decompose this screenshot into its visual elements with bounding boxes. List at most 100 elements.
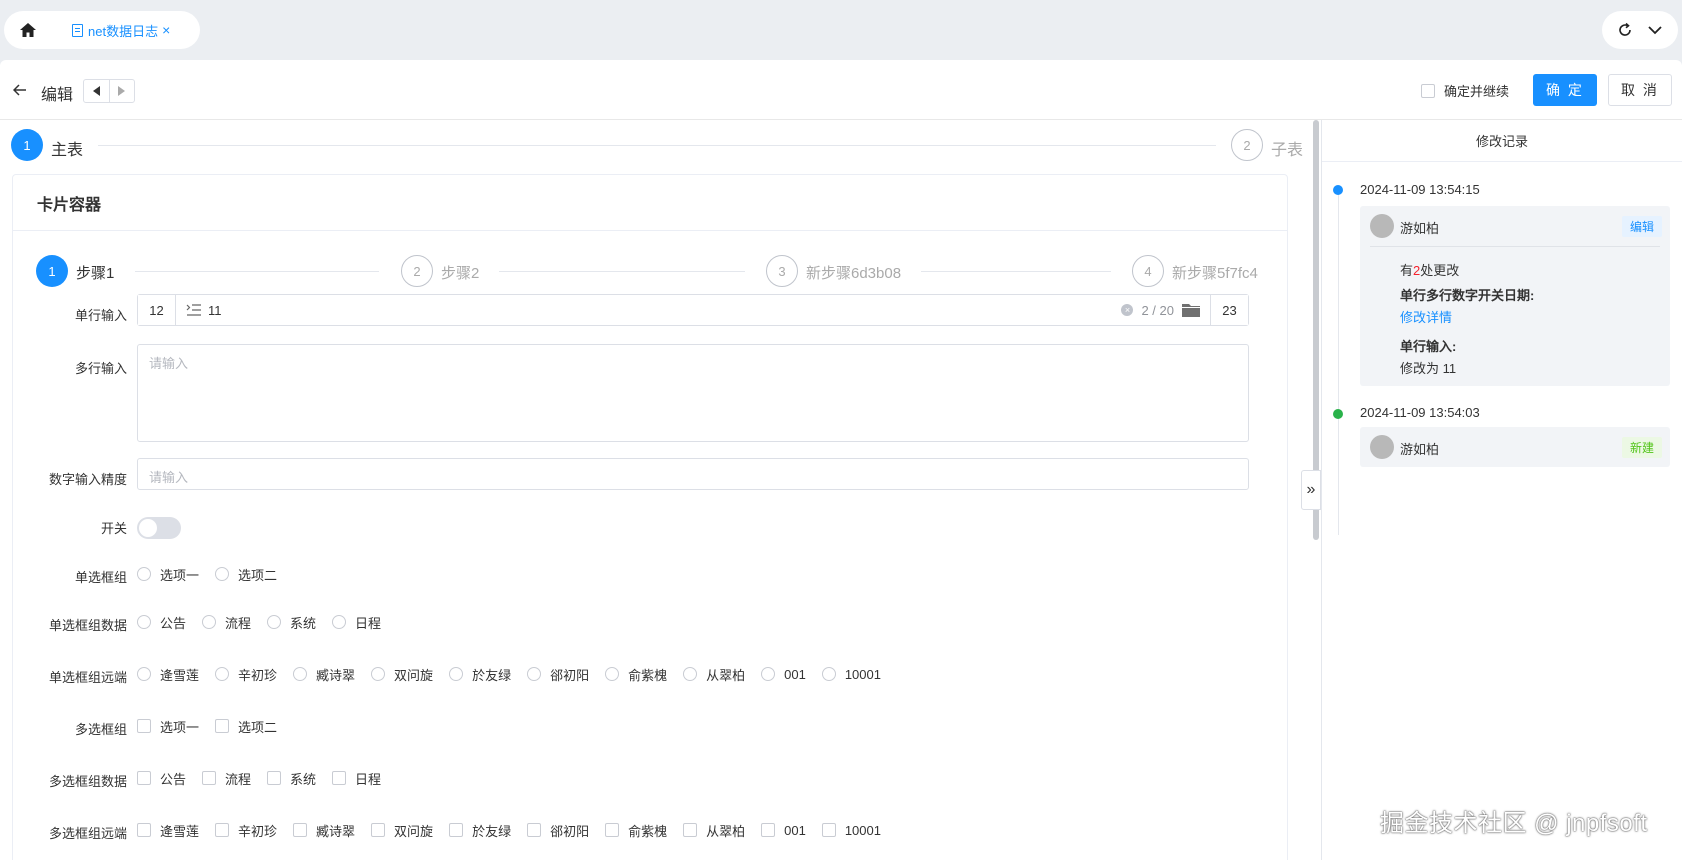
checkbox-box[interactable] [761,823,776,837]
checkbox-box[interactable] [1421,83,1435,98]
checkbox-box[interactable] [215,719,230,733]
change-detail-link[interactable]: 修改详情 [1400,307,1452,326]
radio-option[interactable]: 选项二 [215,565,277,584]
radio-option[interactable]: 俞紫槐 [605,665,667,684]
radio-option[interactable]: 选项一 [137,565,199,584]
checkbox-option[interactable]: 辛初珍 [215,821,277,840]
radio-circle[interactable] [137,667,151,681]
radio-circle[interactable] [202,615,217,629]
next-record-button[interactable] [108,80,135,102]
outer-step-1-circle[interactable]: 1 [11,129,43,161]
refresh-button[interactable] [1613,18,1637,42]
checkbox-box[interactable] [202,771,217,785]
checkbox-option[interactable]: 选项二 [215,717,277,736]
inner-step-4-label[interactable]: 新步骤5f7fc4 [1172,262,1258,283]
checkbox-box[interactable] [683,823,698,837]
radio-option[interactable]: 公告 [137,613,186,632]
checkbox-option[interactable]: 从翠柏 [683,821,745,840]
radio-circle[interactable] [137,567,151,581]
radio-option[interactable]: 10001 [821,667,881,682]
radio-circle[interactable] [293,667,308,681]
radio-option[interactable]: 流程 [202,613,251,632]
radio-circle[interactable] [371,667,386,681]
radio-option[interactable]: 郤初阳 [527,665,589,684]
checkbox-box[interactable] [293,823,308,837]
confirm-continue-checkbox[interactable]: 确定并继续 [1421,81,1509,100]
radio-circle[interactable] [215,667,230,681]
radio-option[interactable]: 001 [761,667,806,682]
multi-input-textarea[interactable]: 请输入 [137,344,1249,442]
checkbox-box[interactable] [137,719,151,733]
radio-circle[interactable] [267,615,282,629]
toggle-switch[interactable] [137,517,181,539]
checkbox-option[interactable]: 俞紫槐 [605,821,667,840]
radio-option-label: 001 [784,666,806,682]
inner-step-1-circle[interactable]: 1 [36,255,68,287]
radio-option[interactable]: 日程 [332,613,381,632]
tab-net-data-log[interactable]: net数据日志 × [72,21,170,40]
checkbox-box[interactable] [821,823,836,837]
checkbox-box[interactable] [332,771,347,785]
checkbox-option[interactable]: 001 [761,823,806,838]
checkbox-box[interactable] [137,771,151,785]
checkbox-option[interactable]: 选项一 [137,717,199,736]
number-input-field[interactable]: 请输入 [137,458,1249,490]
checkbox-option[interactable]: 双问旋 [371,821,433,840]
checkbox-box[interactable] [605,823,620,837]
clear-icon[interactable]: × [1121,304,1134,316]
radio-option[interactable]: 双问旋 [371,665,433,684]
prev-record-button[interactable] [84,80,109,102]
outer-step-2-label[interactable]: 子表 [1271,136,1303,160]
radio-option[interactable]: 於友绿 [449,665,511,684]
tab-close-icon[interactable]: × [162,22,170,38]
radio-circle[interactable] [605,667,620,681]
checkbox-option[interactable]: 10001 [821,823,881,838]
checkbox-option[interactable]: 於友绿 [449,821,511,840]
checkbox-option[interactable]: 郤初阳 [527,821,589,840]
radio-group: 选项一 选项二 [137,564,293,584]
home-button[interactable] [4,11,52,49]
radio-circle[interactable] [527,667,542,681]
folder-icon[interactable] [1182,303,1200,317]
inner-step-3-label[interactable]: 新步骤6d3b08 [806,262,901,283]
checkbox-option[interactable]: 日程 [332,769,381,788]
outer-step-1-label[interactable]: 主表 [51,136,83,160]
checkbox-box[interactable] [527,823,542,837]
inner-step-connector-1 [135,271,379,272]
radio-circle[interactable] [137,615,151,629]
confirm-continue-label: 确定并继续 [1444,84,1510,99]
single-input-field[interactable]: 11 × 2 / 20 [176,295,1210,325]
checkbox-box[interactable] [371,823,386,837]
inner-step-3-circle[interactable]: 3 [766,255,798,287]
cancel-button[interactable]: 取 消 [1608,74,1672,106]
radio-option[interactable]: 逄雪莲 [137,665,199,684]
radio-option[interactable]: 辛初珍 [215,665,277,684]
radio-option[interactable]: 臧诗翠 [293,665,355,684]
inner-step-1-label[interactable]: 步骤1 [76,262,114,283]
radio-circle[interactable] [821,667,836,681]
radio-option[interactable]: 系统 [267,613,316,632]
checkbox-option[interactable]: 臧诗翠 [293,821,355,840]
radio-circle[interactable] [332,615,347,629]
inner-step-2-circle[interactable]: 2 [401,255,433,287]
outer-step-2-circle[interactable]: 2 [1231,129,1263,161]
collapse-panel-button[interactable]: » [1301,470,1321,510]
radio-circle[interactable] [215,567,230,581]
checkbox-option[interactable]: 流程 [202,769,251,788]
radio-circle[interactable] [683,667,698,681]
inner-step-4-circle[interactable]: 4 [1132,255,1164,287]
checkbox-option[interactable]: 系统 [267,769,316,788]
more-tabs-button[interactable] [1643,18,1667,42]
checkbox-option[interactable]: 逄雪莲 [137,821,199,840]
checkbox-option[interactable]: 公告 [137,769,186,788]
checkbox-box[interactable] [449,823,464,837]
back-button[interactable] [10,80,30,100]
checkbox-box[interactable] [137,823,151,837]
inner-step-2-label[interactable]: 步骤2 [441,262,479,283]
radio-option[interactable]: 从翠柏 [683,665,745,684]
checkbox-box[interactable] [267,771,282,785]
confirm-button[interactable]: 确 定 [1533,74,1597,106]
radio-circle[interactable] [761,667,776,681]
checkbox-box[interactable] [215,823,230,837]
radio-circle[interactable] [449,667,464,681]
